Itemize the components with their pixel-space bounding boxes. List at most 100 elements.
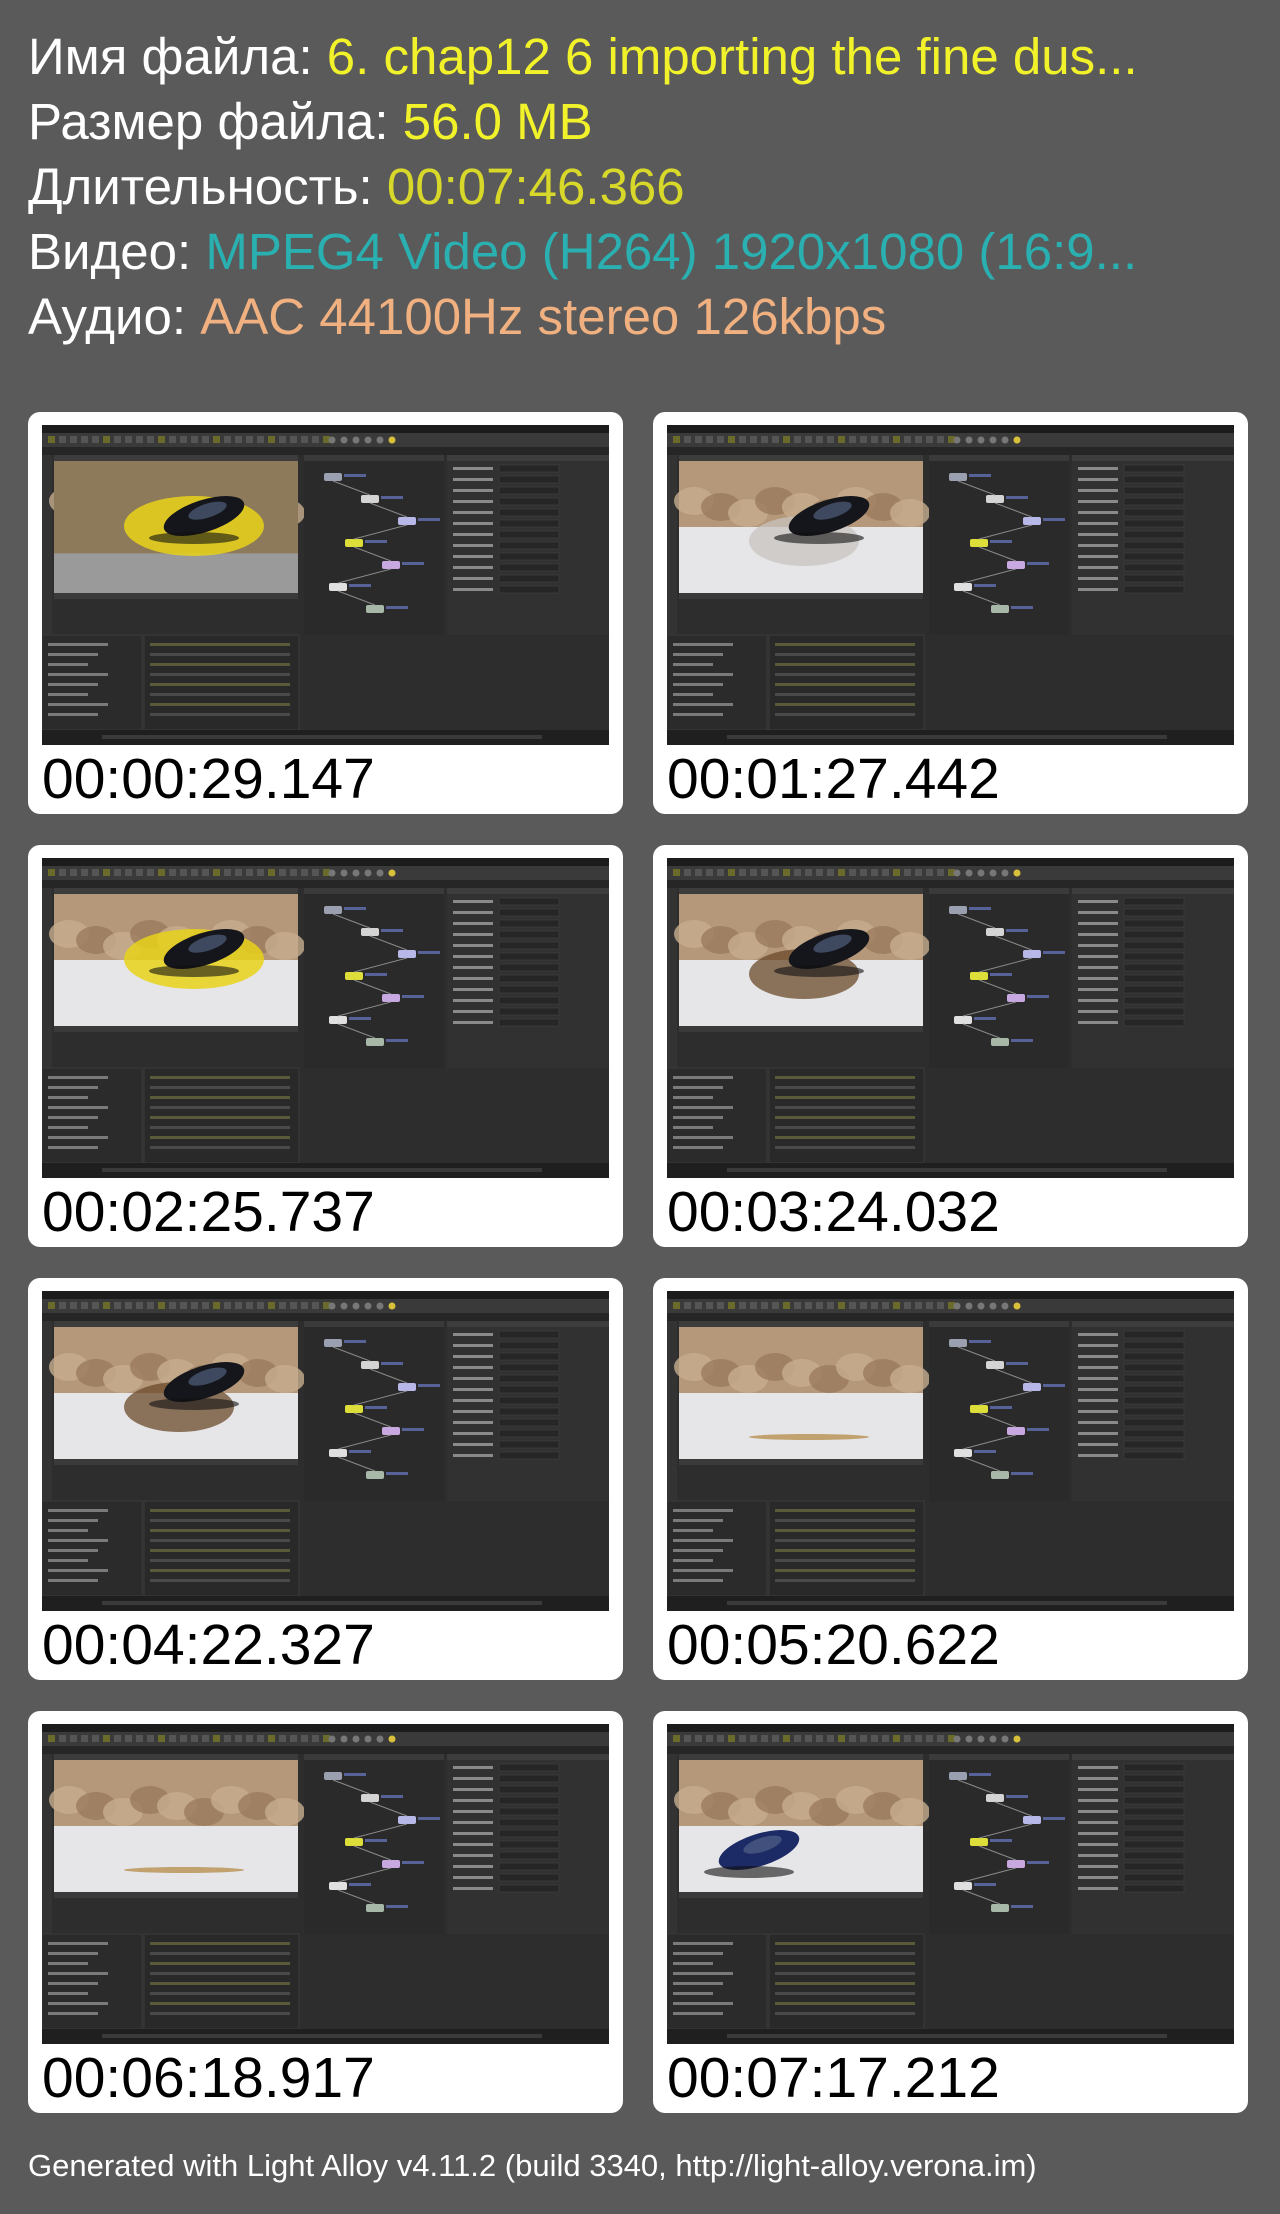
shelf-tool-icon [213, 1302, 220, 1309]
node-name-label [365, 1406, 387, 1409]
shelf-tool-icon [904, 436, 911, 443]
shelf-tool-icon [684, 436, 691, 443]
network-node [991, 1904, 1009, 1912]
parameter-field [1123, 1407, 1185, 1416]
parameter-label [453, 1366, 493, 1369]
shelf-tool-icon [48, 1302, 55, 1309]
filename-value: 6. chap12 6 importing the fine dus... [326, 28, 1138, 85]
spreadsheet-row [775, 1972, 915, 1975]
pane-tabs [42, 447, 609, 455]
network-node [345, 972, 363, 980]
tool-strip [667, 888, 677, 1068]
thumbnail-card[interactable]: 00:06:18.917 [28, 1711, 623, 2113]
shelf-tool-icon [739, 1735, 746, 1742]
shelf-tool-icon [695, 436, 702, 443]
spreadsheet-row [150, 1952, 290, 1955]
shelf-tool-icon [893, 436, 900, 443]
parameter-field [1123, 963, 1185, 972]
shelf-tool-icon [92, 1302, 99, 1309]
parameter-header [1072, 888, 1234, 894]
shelf-icon [1013, 1302, 1021, 1310]
node-name-label [402, 995, 424, 998]
shelf-icon [364, 436, 372, 444]
shelf-tool-icon [915, 436, 922, 443]
network-node [398, 1383, 416, 1391]
network-node [398, 517, 416, 525]
shelf-tool-icon [136, 869, 143, 876]
parameter-field [1123, 464, 1185, 473]
spreadsheet-row [150, 1942, 290, 1945]
parameter-field [498, 497, 560, 506]
video-label: Видео: [28, 223, 206, 280]
parameter-label [1078, 1366, 1118, 1369]
parameter-label [1078, 1421, 1118, 1424]
shelf-tool-icon [684, 869, 691, 876]
node-name-label [974, 1883, 996, 1886]
node-name-label [990, 540, 1012, 543]
viewport-toolbar [54, 593, 298, 599]
parameter-label [453, 1388, 493, 1391]
spreadsheet-row [775, 1146, 915, 1149]
parameter-field [498, 508, 560, 517]
parameter-label [1078, 966, 1118, 969]
node-name-label [344, 907, 366, 910]
parameter-label [453, 911, 493, 914]
shelf-tool-icon [169, 1735, 176, 1742]
parameter-field [498, 1763, 560, 1772]
shelf-icon [376, 1735, 384, 1743]
parameter-field [498, 1418, 560, 1427]
shelf-icon [364, 1302, 372, 1310]
thumbnail-card[interactable]: 00:03:24.032 [653, 845, 1248, 1247]
shelf-icon [977, 436, 985, 444]
network-node [329, 1449, 347, 1457]
network-node [329, 1882, 347, 1890]
parameter-label [1078, 988, 1118, 991]
parameter-label [453, 955, 493, 958]
network-node [329, 1016, 347, 1024]
parameter-label [1078, 1432, 1118, 1435]
shelf-tool-icon [92, 869, 99, 876]
tree-row [673, 1096, 713, 1099]
node-name-label [1006, 1362, 1028, 1365]
shelf-icon [388, 1302, 396, 1310]
filesize-label: Размер файла: [28, 93, 403, 150]
spreadsheet-row [775, 683, 915, 686]
parameter-field [498, 1396, 560, 1405]
node-name-label [990, 1839, 1012, 1842]
spreadsheet-row [150, 673, 290, 676]
shelf-tool-icon [717, 869, 724, 876]
video-frame [667, 1724, 1234, 2044]
node-name-label [386, 606, 408, 609]
network-node [1007, 1860, 1025, 1868]
parameter-label [1078, 999, 1118, 1002]
thumbnail-card[interactable]: 00:07:17.212 [653, 1711, 1248, 2113]
parameter-label [453, 588, 493, 591]
thumbnail-card[interactable]: 00:04:22.327 [28, 1278, 623, 1680]
network-node [366, 1038, 384, 1046]
shelf-tool-icon [246, 436, 253, 443]
spreadsheet-row [150, 1076, 290, 1079]
thumbnail-card[interactable]: 00:01:27.442 [653, 412, 1248, 814]
shelf-tool-icon [794, 869, 801, 876]
tree-row [673, 643, 733, 646]
shelf-tool-icon [860, 436, 867, 443]
tree-row [48, 1549, 98, 1552]
thumbnail-card[interactable]: 00:00:29.147 [28, 412, 623, 814]
shelf-tool-icon [70, 436, 77, 443]
parameter-label [1078, 1799, 1118, 1802]
spreadsheet-row [775, 653, 915, 656]
timeline-track [727, 735, 1167, 739]
shelf-tool-icon [290, 1302, 297, 1309]
tree-row [48, 653, 98, 656]
spreadsheet-row [775, 1962, 915, 1965]
parameter-field [498, 1363, 560, 1372]
thumbnail-card[interactable]: 00:02:25.737 [28, 845, 623, 1247]
thumbnail-card[interactable]: 00:05:20.622 [653, 1278, 1248, 1680]
parameter-label [453, 1810, 493, 1813]
houdini-ui-screenshot [42, 1291, 609, 1611]
parameter-field [1123, 941, 1185, 950]
shelf-tool-icon [783, 1302, 790, 1309]
node-name-label [386, 1039, 408, 1042]
shelf-tool-icon [103, 436, 110, 443]
shelf-tool-icon [926, 1735, 933, 1742]
